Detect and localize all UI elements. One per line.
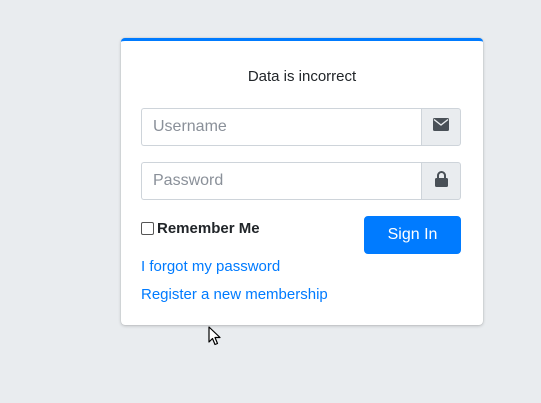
forgot-password-link[interactable]: I forgot my password: [141, 258, 280, 275]
mouse-cursor-icon: [208, 326, 222, 347]
envelope-icon: [433, 118, 449, 136]
username-addon: [421, 108, 461, 146]
sign-in-button[interactable]: Sign In: [364, 216, 461, 254]
lock-icon: [434, 170, 448, 192]
password-addon: [421, 162, 461, 200]
username-group: [141, 108, 461, 146]
register-link[interactable]: Register a new membership: [141, 286, 328, 303]
remember-checkbox[interactable]: [141, 222, 154, 235]
login-message: Data is incorrect: [247, 68, 357, 85]
remember-label: Remember Me: [157, 220, 260, 237]
login-card: Data is incorrect Remember Me: [121, 38, 483, 325]
password-group: [141, 162, 461, 200]
password-input[interactable]: [141, 162, 421, 200]
remember-me[interactable]: Remember Me: [141, 220, 260, 237]
username-input[interactable]: [141, 108, 421, 146]
